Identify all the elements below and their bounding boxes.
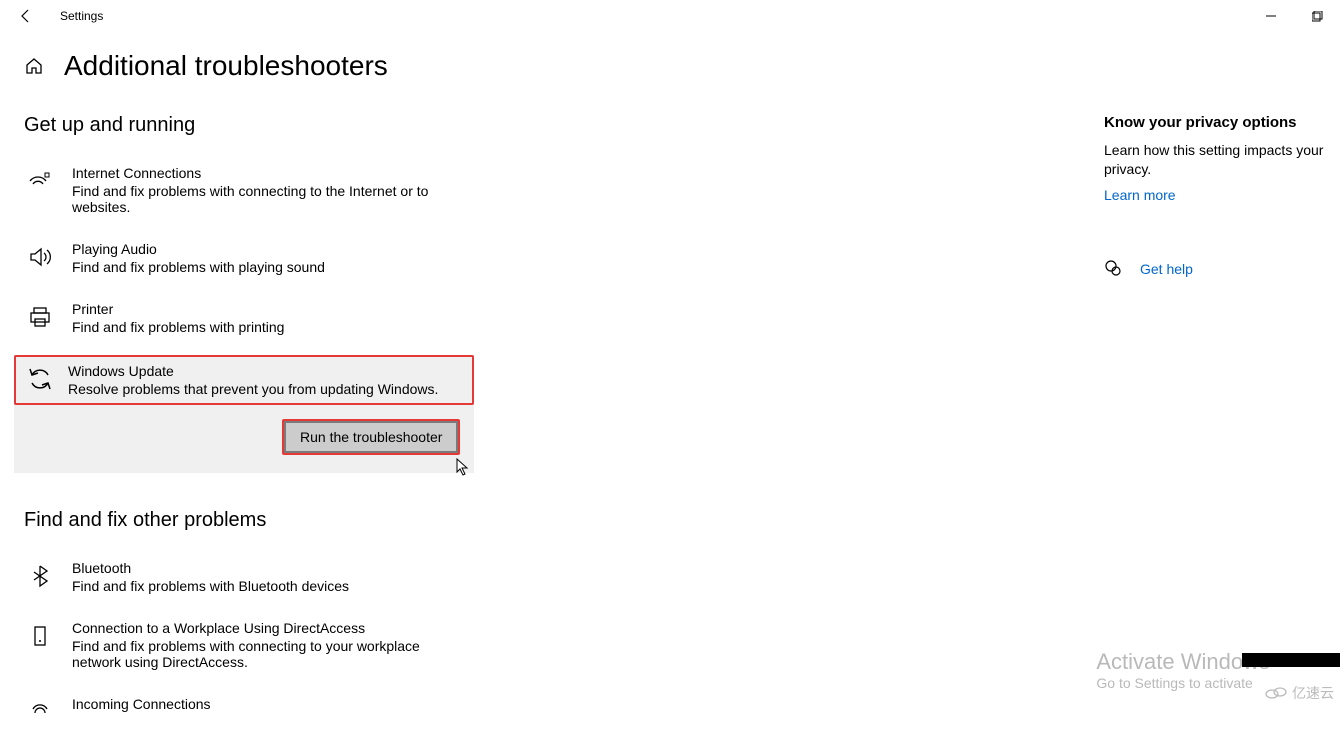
troubleshooter-title: Connection to a Workplace Using DirectAc… — [72, 620, 452, 636]
troubleshooter-desc: Resolve problems that prevent you from u… — [68, 381, 438, 397]
troubleshooter-title: Windows Update — [68, 363, 438, 379]
troubleshooter-bluetooth[interactable]: Bluetooth Find and fix problems with Blu… — [24, 554, 484, 600]
titlebar: Settings — [0, 0, 1340, 32]
troubleshooter-desc: Find and fix problems with connecting to… — [72, 638, 452, 670]
printer-icon — [24, 301, 56, 333]
troubleshooter-title: Internet Connections — [72, 165, 452, 181]
section-heading-getup: Get up and running — [24, 114, 484, 137]
back-button[interactable] — [14, 4, 38, 28]
troubleshooter-audio[interactable]: Playing Audio Find and fix problems with… — [24, 235, 484, 281]
troubleshooter-title: Printer — [72, 301, 284, 317]
get-help-link[interactable]: Get help — [1140, 261, 1193, 277]
run-troubleshooter-button[interactable]: Run the troubleshooter — [284, 421, 458, 453]
logo-watermark: 亿速云 — [1264, 683, 1334, 703]
bluetooth-icon — [24, 560, 56, 592]
privacy-desc: Learn how this setting impacts your priv… — [1104, 141, 1334, 179]
section-heading-other: Find and fix other problems — [24, 509, 484, 532]
troubleshooter-title: Bluetooth — [72, 560, 349, 576]
maximize-button[interactable] — [1294, 0, 1340, 32]
incoming-icon — [24, 696, 56, 728]
troubleshooter-desc: Find and fix problems with connecting to… — [72, 183, 452, 215]
wifi-icon — [24, 165, 56, 197]
privacy-heading: Know your privacy options — [1104, 114, 1334, 131]
page-title: Additional troubleshooters — [64, 50, 388, 82]
workplace-icon — [24, 620, 56, 652]
troubleshooter-incoming[interactable]: Incoming Connections — [24, 690, 484, 734]
troubleshooter-directaccess[interactable]: Connection to a Workplace Using DirectAc… — [24, 614, 484, 676]
troubleshooter-title: Playing Audio — [72, 241, 325, 257]
help-icon — [1104, 259, 1122, 280]
window-title: Settings — [60, 9, 103, 23]
minimize-button[interactable] — [1248, 0, 1294, 32]
update-icon — [24, 363, 56, 395]
troubleshooter-internet[interactable]: Internet Connections Find and fix proble… — [24, 159, 484, 221]
learn-more-link[interactable]: Learn more — [1104, 187, 1334, 203]
watermark-line2: Go to Settings to activate — [1096, 675, 1270, 691]
troubleshooter-windows-update[interactable]: Windows Update Resolve problems that pre… — [14, 355, 474, 405]
troubleshooter-desc: Find and fix problems with Bluetooth dev… — [72, 578, 349, 594]
logo-text: 亿速云 — [1292, 683, 1334, 703]
redaction-mask — [1242, 653, 1340, 667]
run-button-highlight: Run the troubleshooter — [282, 419, 460, 455]
home-icon[interactable] — [24, 56, 44, 76]
troubleshooter-printer[interactable]: Printer Find and fix problems with print… — [24, 295, 484, 341]
troubleshooter-desc: Find and fix problems with printing — [72, 319, 284, 335]
troubleshooter-title: Incoming Connections — [72, 696, 211, 712]
speaker-icon — [24, 241, 56, 273]
troubleshooter-desc: Find and fix problems with playing sound — [72, 259, 325, 275]
selected-troubleshooter-block: Windows Update Resolve problems that pre… — [14, 355, 474, 473]
